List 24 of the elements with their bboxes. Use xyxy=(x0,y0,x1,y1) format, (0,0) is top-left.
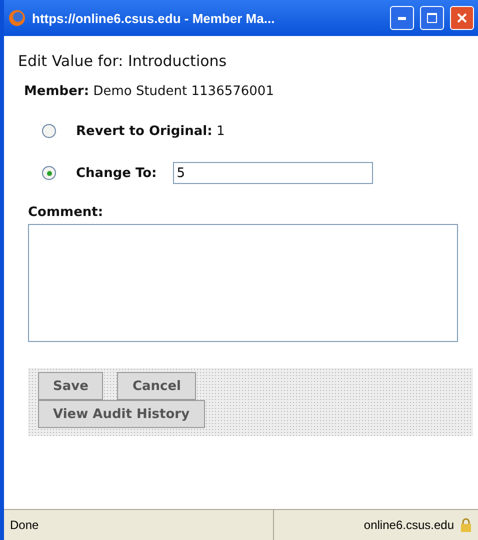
radio-button[interactable] xyxy=(42,124,56,138)
action-button[interactable]: Cancel xyxy=(117,372,196,400)
lock-icon xyxy=(460,518,472,532)
comment-field[interactable] xyxy=(28,224,458,342)
status-text: Done xyxy=(9,518,40,532)
minimize-icon xyxy=(398,16,406,20)
member-label: Member: xyxy=(24,84,90,99)
option-label: Change To: xyxy=(76,166,157,180)
radio-button[interactable] xyxy=(42,166,56,180)
option-label: Revert to Original: 1 xyxy=(76,124,225,138)
browser-icon xyxy=(8,9,26,27)
close-icon xyxy=(457,13,467,23)
minimize-button[interactable] xyxy=(390,6,414,30)
comment-label: Comment: xyxy=(28,205,104,220)
member-value: Demo Student 1136576001 xyxy=(93,84,274,99)
maximize-icon xyxy=(427,13,437,23)
status-host: online6.csus.edu xyxy=(364,518,454,532)
action-button[interactable]: Save xyxy=(38,372,104,400)
action-button[interactable]: View Audit History xyxy=(38,400,205,428)
input-field[interactable]: 5 xyxy=(172,162,373,184)
close-button[interactable] xyxy=(450,6,474,30)
page-heading: Edit Value for: Introductions xyxy=(18,52,228,70)
window-title: https://online6.csus.edu - Member Ma... xyxy=(32,10,276,26)
maximize-button[interactable] xyxy=(420,6,444,30)
